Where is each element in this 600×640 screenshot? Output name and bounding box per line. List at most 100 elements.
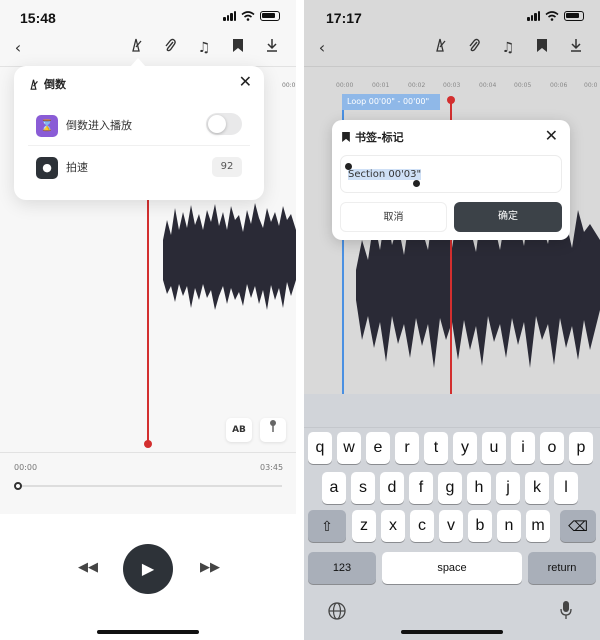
key-c[interactable]: c <box>410 510 434 542</box>
attachment-icon[interactable] <box>160 38 180 58</box>
playhead-line[interactable] <box>147 198 149 444</box>
tempo-value[interactable]: 92 <box>212 157 242 177</box>
countdown-popover: 倒数 ✕ ⌛ 倒数进入播放 ● 拍速 92 <box>14 58 264 200</box>
key-f[interactable]: f <box>409 472 433 504</box>
key-o[interactable]: o <box>540 432 564 464</box>
end-time: 03:45 <box>260 463 284 472</box>
waveform <box>163 203 296 310</box>
key-t[interactable]: t <box>424 432 448 464</box>
backspace-key[interactable]: ⌫ <box>560 510 596 542</box>
globe-icon[interactable] <box>328 602 346 620</box>
tempo-icon: ● <box>36 157 58 179</box>
key-g[interactable]: g <box>438 472 462 504</box>
confirm-button[interactable]: 确定 <box>454 202 562 232</box>
countdown-row: ⌛ 倒数进入播放 <box>28 104 250 146</box>
bookmark-name-input[interactable]: Section 00'03" <box>340 155 562 193</box>
attachment-icon[interactable] <box>464 38 484 58</box>
signal-icon <box>223 11 236 21</box>
key-x[interactable]: x <box>381 510 405 542</box>
return-key[interactable]: return <box>528 552 596 584</box>
marker-button[interactable] <box>260 418 286 442</box>
key-u[interactable]: u <box>482 432 506 464</box>
space-key[interactable]: space <box>382 552 522 584</box>
battery-icon <box>564 11 584 21</box>
key-p[interactable]: p <box>569 432 593 464</box>
suggestion-bar <box>304 394 600 428</box>
download-icon[interactable] <box>262 38 282 58</box>
loop-region[interactable]: Loop 00'00" - 00'00" <box>342 94 440 110</box>
playhead-handle[interactable] <box>447 96 455 104</box>
key-n[interactable]: n <box>497 510 521 542</box>
key-e[interactable]: e <box>366 432 390 464</box>
timeline-ruler <box>304 66 600 67</box>
tick-label: 00:02 <box>408 82 426 89</box>
selection-handle-end[interactable] <box>413 180 420 187</box>
home-indicator <box>401 630 503 634</box>
key-k[interactable]: k <box>525 472 549 504</box>
dialog-title: 书签-标记 <box>342 129 404 145</box>
key-m[interactable]: m <box>526 510 550 542</box>
popover-arrow <box>130 58 146 67</box>
key-d[interactable]: d <box>380 472 404 504</box>
numbers-key[interactable]: 123 <box>308 552 376 584</box>
bookmark-dialog: 书签-标记 ✕ Section 00'03" 取消 确定 <box>332 120 570 240</box>
wifi-icon <box>545 11 559 21</box>
popover-title-text: 倒数 <box>44 78 66 91</box>
wifi-icon <box>241 11 255 21</box>
key-v[interactable]: v <box>439 510 463 542</box>
tick-label: 00:03 <box>443 82 461 89</box>
cancel-button[interactable]: 取消 <box>340 202 447 232</box>
progress-track[interactable] <box>18 485 282 487</box>
bookmark-icon[interactable] <box>532 38 552 58</box>
key-a[interactable]: a <box>322 472 346 504</box>
dialog-title-text: 书签-标记 <box>355 131 404 144</box>
keyboard: qwertyuiop asdfghjkl zxcvbnm ⇧ ⌫ 123 spa… <box>304 394 600 640</box>
metronome-icon <box>30 79 38 90</box>
back-icon[interactable]: ‹ <box>8 38 28 58</box>
playback-controls: ◀◀ ▶ ▶▶ <box>0 514 296 640</box>
progress-thumb[interactable] <box>14 482 22 490</box>
playhead-handle[interactable] <box>144 440 152 448</box>
metronome-icon[interactable] <box>126 38 146 58</box>
key-r[interactable]: r <box>395 432 419 464</box>
close-icon[interactable]: ✕ <box>239 72 252 92</box>
metronome-icon[interactable] <box>430 38 450 58</box>
key-w[interactable]: w <box>337 432 361 464</box>
key-z[interactable]: z <box>352 510 376 542</box>
key-y[interactable]: y <box>453 432 477 464</box>
rewind-icon[interactable]: ◀◀ <box>78 560 98 575</box>
key-b[interactable]: b <box>468 510 492 542</box>
download-icon[interactable] <box>566 38 586 58</box>
selection-handle-start[interactable] <box>345 163 352 170</box>
microphone-icon[interactable] <box>560 601 572 619</box>
left-screen: 15:48 ‹ ♫ 00:0 倒数 ✕ ⌛ 倒数进入播放 ● 拍速 92 AB … <box>0 0 296 640</box>
play-button[interactable]: ▶ <box>123 544 173 594</box>
music-note-icon[interactable]: ♫ <box>194 38 214 58</box>
tick-label: 00:05 <box>514 82 532 89</box>
home-indicator <box>97 630 199 634</box>
music-note-icon[interactable]: ♫ <box>498 38 518 58</box>
status-bar: 15:48 <box>0 0 296 34</box>
key-s[interactable]: s <box>351 472 375 504</box>
key-i[interactable]: i <box>511 432 535 464</box>
bookmark-icon[interactable] <box>228 38 248 58</box>
fast-forward-icon[interactable]: ▶▶ <box>200 560 220 575</box>
hourglass-icon: ⌛ <box>36 115 58 137</box>
tick-label: 00:0 <box>584 82 598 89</box>
close-icon[interactable]: ✕ <box>545 126 558 146</box>
status-time: 17:17 <box>326 10 362 26</box>
tick-label: 00:01 <box>372 82 390 89</box>
countdown-toggle[interactable] <box>206 113 242 135</box>
tick-label: 00:04 <box>479 82 497 89</box>
key-j[interactable]: j <box>496 472 520 504</box>
signal-icon <box>527 11 540 21</box>
status-time: 15:48 <box>20 10 56 26</box>
key-h[interactable]: h <box>467 472 491 504</box>
key-l[interactable]: l <box>554 472 578 504</box>
key-q[interactable]: q <box>308 432 332 464</box>
shift-key[interactable]: ⇧ <box>308 510 346 542</box>
countdown-label: 倒数进入播放 <box>66 119 132 132</box>
ab-loop-button[interactable]: AB <box>226 418 252 442</box>
back-icon[interactable]: ‹ <box>312 38 332 58</box>
tempo-row: ● 拍速 92 <box>28 146 250 188</box>
